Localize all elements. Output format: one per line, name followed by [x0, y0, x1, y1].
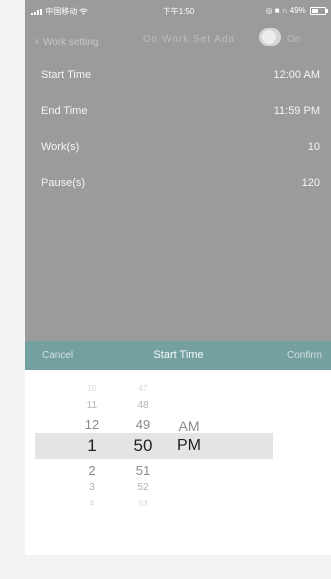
row-label: Pause(s) [41, 177, 86, 189]
back-label: Work setting [43, 37, 99, 48]
pause-row[interactable]: Pause(s) 120 [25, 166, 331, 202]
row-label: Start Time [41, 69, 92, 81]
battery-icon [310, 6, 328, 15]
hour-option: 4 [89, 499, 95, 508]
row-value: 10 [307, 141, 320, 153]
chevron-left-icon: ‹ [35, 34, 39, 48]
battery-percent: 49% [289, 6, 306, 15]
minute-option: 53 [138, 499, 148, 508]
minute-option: 52 [137, 482, 149, 493]
hour-option: 10 [87, 384, 97, 393]
picker-toolbar: Cancel Start Time Confirm [25, 341, 331, 370]
hour-selected: 1 [87, 436, 97, 455]
row-value: 120 [301, 177, 320, 189]
picker-title: Start Time [153, 349, 204, 361]
nav-right-text: On [287, 34, 301, 45]
row-value: 12:00 AM [273, 69, 320, 81]
nav-toggle[interactable] [259, 28, 281, 46]
row-label: Work(s) [41, 141, 80, 153]
row-label: End Time [41, 105, 88, 117]
ampm-selected: PM [177, 437, 201, 454]
hour-option: 3 [89, 482, 95, 493]
status-right: ◎ ■ ∩ 49% [265, 6, 328, 15]
row-value: 11:59 PM [273, 105, 320, 117]
work-row[interactable]: Work(s) 10 [25, 130, 331, 166]
dimmed-overlay[interactable]: 中国移动 下午1:50 ◎ ■ ∩ 49% ‹ Work setting On W… [25, 0, 331, 341]
minute-selected: 50 [133, 436, 153, 455]
minute-option: 51 [135, 463, 151, 478]
start-time-row[interactable]: Start Time 12:00 AM [25, 58, 331, 94]
phone-screen: 中国移动 下午1:50 ◎ ■ ∩ 49% ‹ Work setting On W… [25, 0, 331, 555]
minute-option: 47 [138, 384, 148, 393]
nav-bar: ‹ Work setting On Work Set Ada On [25, 24, 331, 58]
back-button[interactable]: ‹ Work setting [35, 34, 98, 48]
nav-middle-text: On Work Set Ada [143, 34, 236, 45]
ampm-option: AM [178, 418, 200, 434]
confirm-button[interactable]: Confirm [287, 350, 322, 361]
minute-option: 49 [135, 417, 151, 432]
status-bar: 中国移动 下午1:50 ◎ ■ ∩ 49% [25, 0, 331, 22]
minute-option: 48 [137, 400, 149, 411]
alarm-icon: ◎ [265, 6, 273, 15]
end-time-row[interactable]: End Time 11:59 PM [25, 94, 331, 130]
hour-option: 11 [86, 400, 98, 411]
settings-list: Start Time 12:00 AM End Time 11:59 PM Wo… [25, 58, 331, 202]
lock-icon: ■ [274, 6, 280, 15]
time-picker[interactable]: 10 11 12 1 2 3 4 47 48 49 50 51 52 53 AM… [25, 370, 331, 555]
hour-option: 12 [84, 417, 100, 432]
hour-option: 2 [88, 463, 96, 478]
headphones-icon: ∩ [281, 6, 288, 15]
